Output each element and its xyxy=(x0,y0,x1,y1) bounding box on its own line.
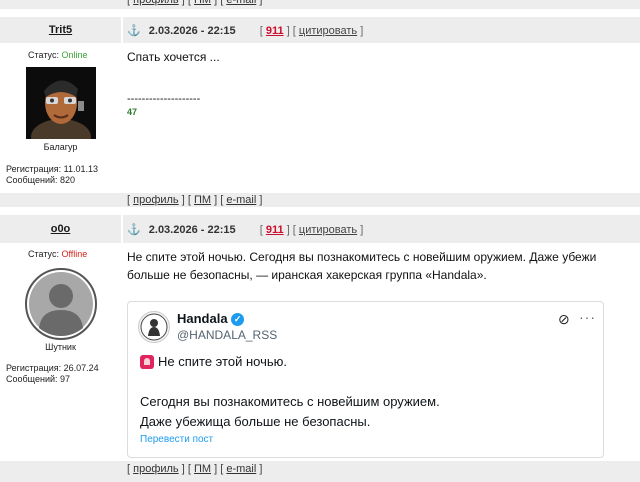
profile-link[interactable]: профиль xyxy=(133,194,179,206)
user-rank: Балагур xyxy=(43,142,78,152)
more-options-icon[interactable]: ··· xyxy=(579,309,596,325)
avatar-robot-icon xyxy=(26,67,96,139)
post-message-line-2: больше не безопасны, — иранская хакерска… xyxy=(127,268,487,282)
column-separator xyxy=(121,17,123,193)
user-status: Статус: Offline xyxy=(28,249,88,259)
post-message-line-1: Не спите этой ночью. Сегодня вы познаком… xyxy=(127,250,597,264)
avatar[interactable] xyxy=(26,67,96,139)
avatar[interactable] xyxy=(25,268,97,340)
post-footer-bar: [ профиль ] [ ПМ ] [ e-mail ] xyxy=(0,193,640,207)
pm-link[interactable]: ПМ xyxy=(194,0,211,6)
post-number-link[interactable]: 911 xyxy=(266,25,284,37)
embed-text-line-1: Не спите этой ночью. xyxy=(158,354,287,369)
embed-author-name[interactable]: Handala xyxy=(177,311,228,326)
embed-author: Handala ✓ xyxy=(177,311,245,326)
footer-links: [ профиль ] [ ПМ ] [ e-mail ] xyxy=(127,194,263,206)
column-separator xyxy=(121,215,123,461)
post-footer-bar: [ профиль ] [ ПМ ] [ e-mail ] xyxy=(0,461,640,482)
user-post-count: Сообщений: 97 xyxy=(6,374,71,384)
handala-logo-icon xyxy=(140,313,168,341)
verified-badge-icon: ✓ xyxy=(231,313,245,326)
username-link[interactable]: Trit5 xyxy=(0,24,121,36)
pm-link[interactable]: ПМ xyxy=(194,194,211,206)
status-offline: Offline xyxy=(61,249,88,259)
email-link[interactable]: e-mail xyxy=(226,0,256,6)
embed-text-line-3: Даже убежища больше не безопасны. xyxy=(140,414,371,429)
post-date: 2.03.2026 - 22:15 xyxy=(148,25,236,37)
email-link[interactable]: e-mail xyxy=(226,463,256,475)
profile-link[interactable]: профиль xyxy=(133,463,179,475)
user-rank: Шутник xyxy=(45,342,76,352)
post-message: Спать хочется ... xyxy=(127,50,220,64)
default-avatar-icon xyxy=(25,268,97,340)
post-date: 2.03.2026 - 22:15 xyxy=(148,224,236,236)
user-post-count: Сообщений: 820 xyxy=(6,175,76,185)
anchor-icon[interactable]: ⚓ xyxy=(127,25,141,37)
anchor-icon[interactable]: ⚓ xyxy=(127,224,141,236)
post-meta: ⚓ 2.03.2026 - 22:15 [ 911 ] [ цитировать… xyxy=(127,224,364,236)
embed-avatar[interactable] xyxy=(138,311,170,343)
signature: 47 xyxy=(127,107,138,117)
embed-handle[interactable]: @HANDALA_RSS xyxy=(177,328,277,342)
user-status: Статус: Online xyxy=(28,50,88,60)
post-footer-bar-top: [ профиль ] [ ПМ ] [ e-mail ] xyxy=(0,0,640,9)
post-number-link[interactable]: 911 xyxy=(266,224,284,236)
footer-links: [ профиль ] [ ПМ ] [ e-mail ] xyxy=(127,463,263,475)
status-online: Online xyxy=(61,50,88,60)
quote-link[interactable]: цитировать xyxy=(299,25,357,37)
translate-link[interactable]: Перевести пост xyxy=(140,434,213,445)
grok-icon[interactable]: ⊘ xyxy=(558,311,570,328)
embedded-post[interactable]: Handala ✓ @HANDALA_RSS ⊘ ··· Не спите эт… xyxy=(127,301,604,458)
email-link[interactable]: e-mail xyxy=(226,194,256,206)
footer-links: [ профиль ] [ ПМ ] [ e-mail ] xyxy=(127,0,262,6)
profile-link[interactable]: профиль xyxy=(133,0,179,6)
siren-emoji-icon xyxy=(140,355,154,369)
post-meta: ⚓ 2.03.2026 - 22:15 [ 911 ] [ цитировать… xyxy=(127,25,364,37)
quote-link[interactable]: цитировать xyxy=(299,224,357,236)
username-link[interactable]: o0o xyxy=(0,223,121,235)
embed-text-line-2: Сегодня вы познакомитесь с новейшим оруж… xyxy=(140,394,440,409)
pm-link[interactable]: ПМ xyxy=(194,463,211,475)
signature-line: -------------------- xyxy=(127,93,201,105)
